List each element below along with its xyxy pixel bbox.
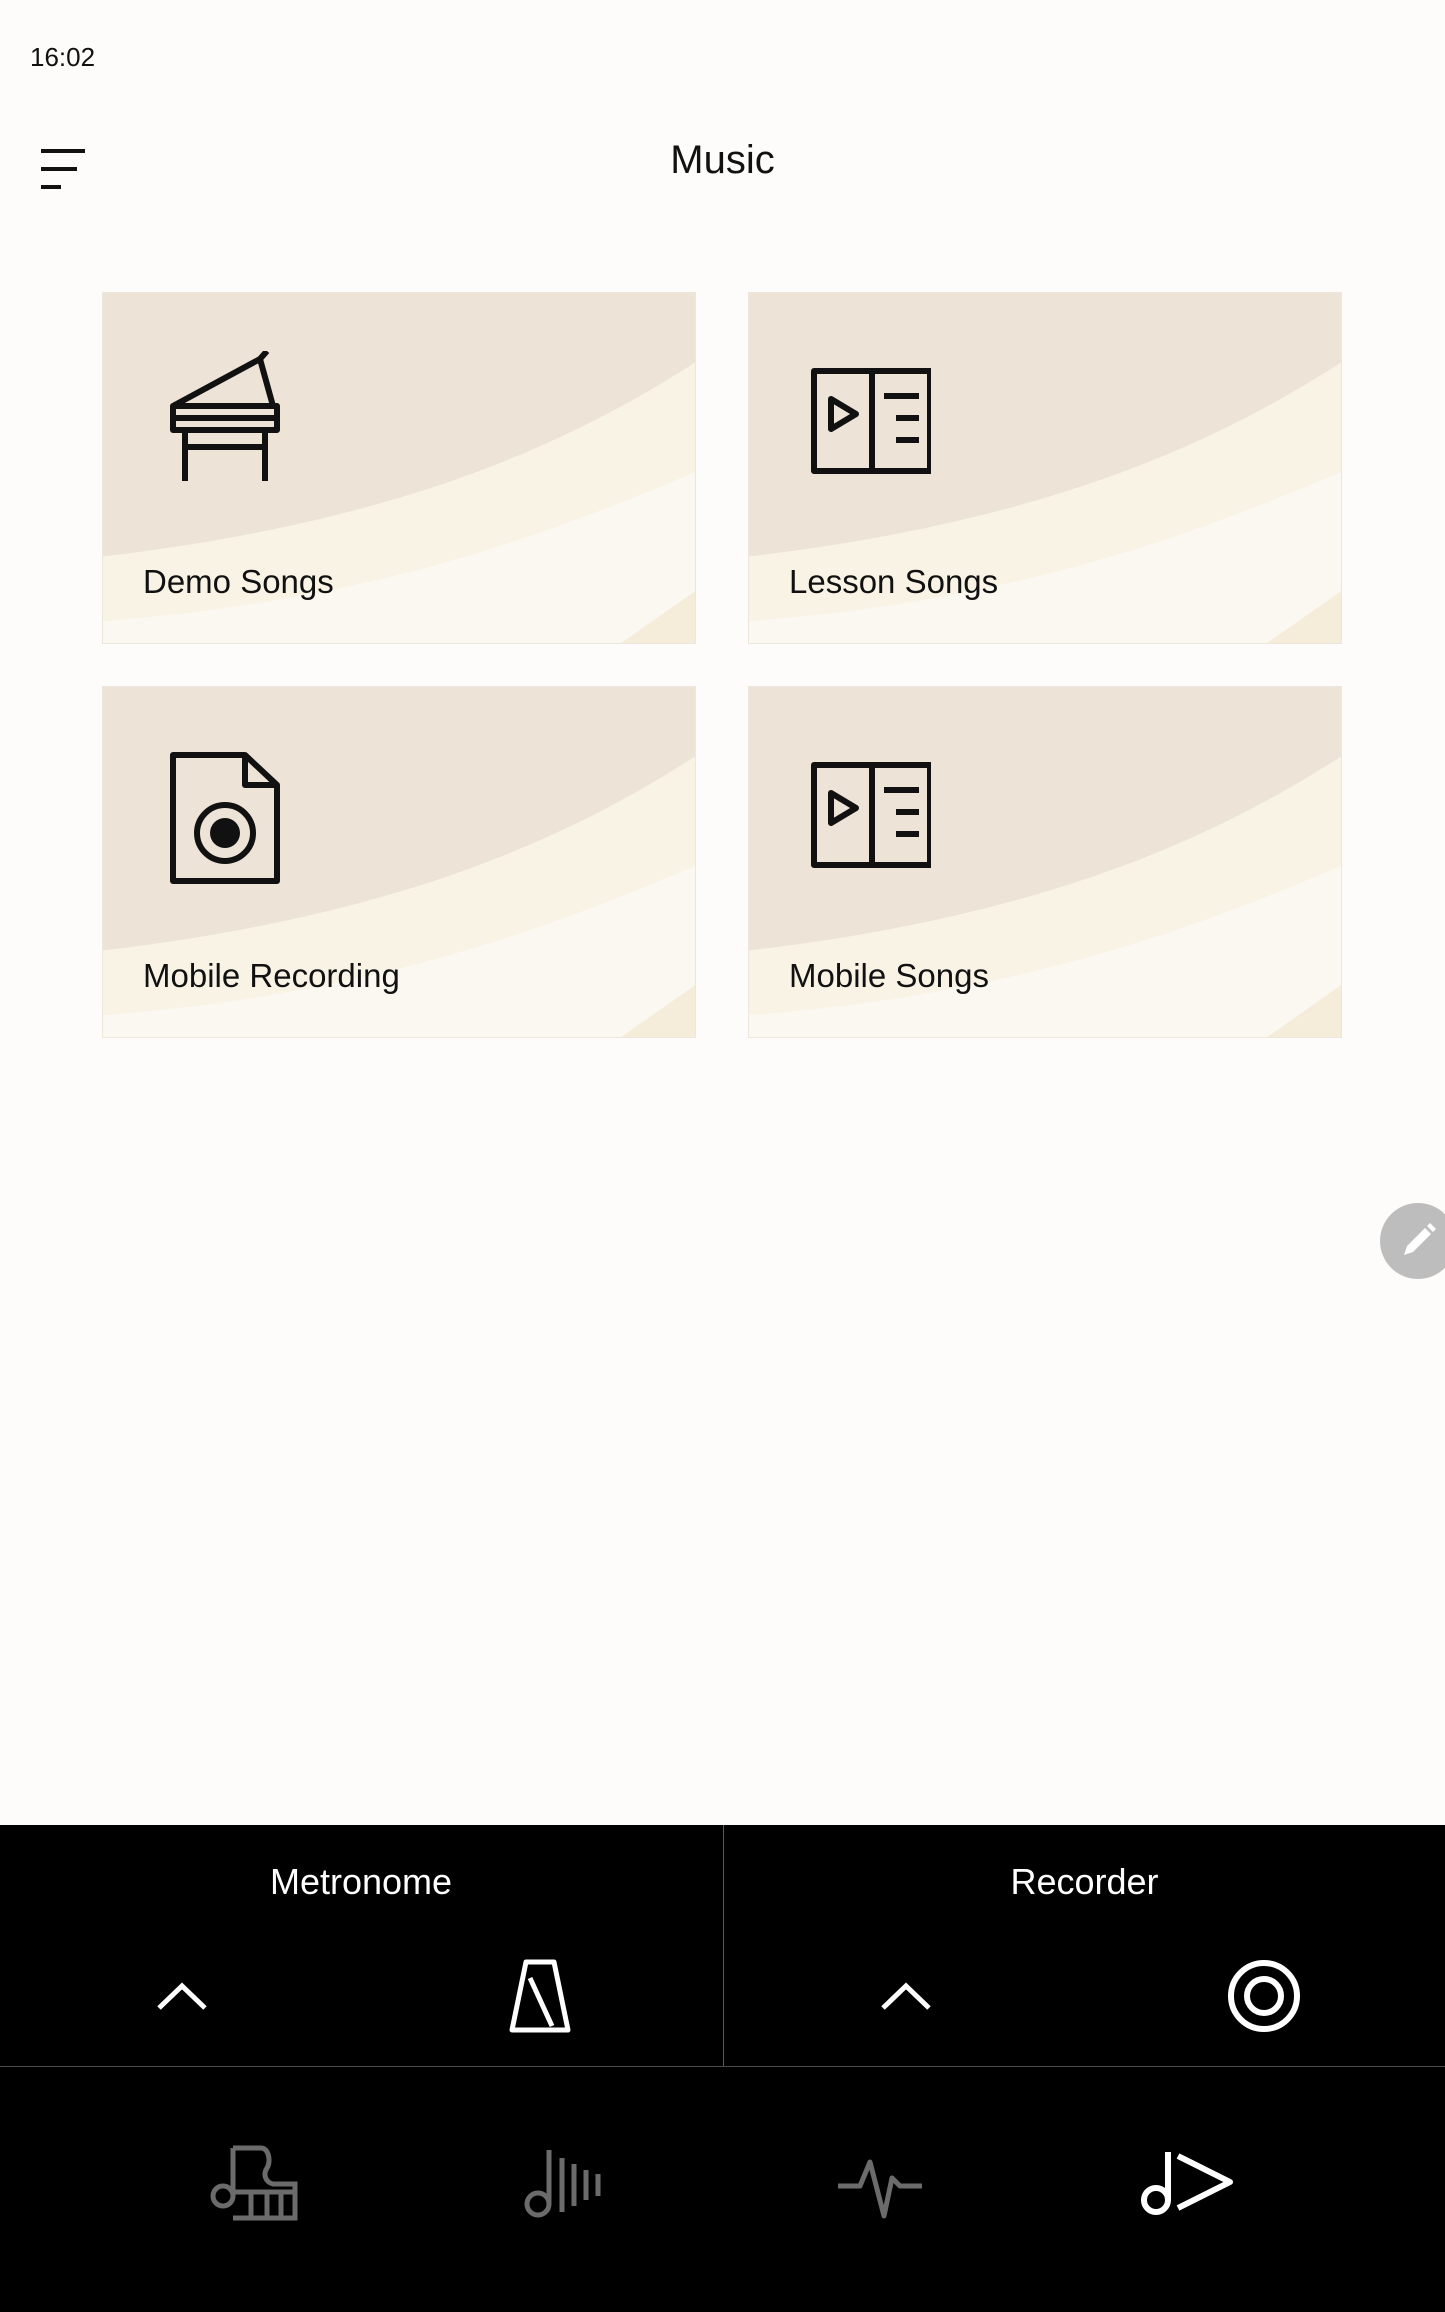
status-bar: 16:02 [0, 0, 1445, 110]
record-button[interactable] [1219, 1951, 1309, 2041]
nav-piano[interactable] [195, 2127, 315, 2237]
pencil-icon [1404, 1223, 1436, 1255]
music-screen: 16:02 Music Demo Songs Lesson Songs Mobi… [0, 0, 1445, 2312]
bottom-nav [0, 2067, 1445, 2312]
tile-mobile-recording[interactable]: Mobile Recording [102, 686, 696, 1038]
record-icon [1228, 1960, 1300, 2032]
edit-button[interactable] [1380, 1203, 1445, 1279]
chevron-up-icon [881, 1982, 931, 2010]
tile-mobile-songs[interactable]: Mobile Songs [748, 686, 1342, 1038]
metronome-icon [509, 1959, 571, 2033]
metronome-title: Metronome [269, 1861, 453, 1902]
chevron-up-icon [157, 1982, 207, 2010]
tile-lesson-songs[interactable]: Lesson Songs [748, 292, 1342, 644]
recorder-title: Recorder [1010, 1861, 1159, 1902]
metronome-toggle-button[interactable] [495, 1951, 585, 2041]
tool-panel: Metronome Recorder [0, 1825, 1445, 2067]
metronome-expand-button[interactable] [137, 1951, 227, 2041]
nav-waveform[interactable] [820, 2127, 940, 2237]
voice-list-icon [524, 2150, 601, 2218]
page-title: Music [670, 138, 775, 182]
waveform-icon [838, 2159, 922, 2219]
recorder-panel: Recorder [723, 1825, 1445, 2067]
tile-demo-songs[interactable]: Demo Songs [102, 292, 696, 644]
tile-label: Lesson Songs [789, 563, 999, 600]
audio-file-icon [170, 752, 280, 884]
tile-label: Mobile Songs [789, 957, 989, 994]
tile-label: Demo Songs [143, 563, 334, 600]
app-bar: Music [0, 110, 1445, 220]
music-play-icon [1141, 2152, 1233, 2215]
status-time: 16:02 [30, 42, 96, 72]
tile-label: Mobile Recording [143, 957, 400, 994]
nav-voice[interactable] [508, 2127, 628, 2237]
metronome-panel: Metronome [0, 1825, 722, 2067]
grand-piano-icon [170, 351, 280, 481]
recorder-expand-button[interactable] [861, 1951, 951, 2041]
nav-music[interactable] [1128, 2127, 1248, 2237]
song-book-icon [811, 368, 931, 474]
song-book-icon [811, 762, 931, 868]
piano-note-icon [210, 2145, 298, 2221]
